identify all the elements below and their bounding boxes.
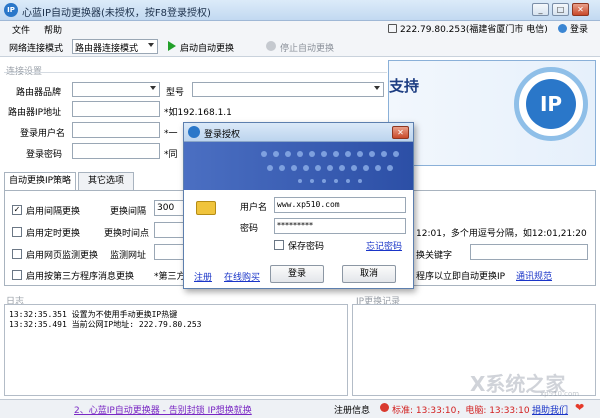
start-auto-button[interactable]: 启动自动更换 [180, 41, 234, 54]
chevron-down-icon [150, 86, 156, 90]
play-icon [168, 41, 176, 51]
forgot-password-link[interactable]: 忘记密码 [366, 239, 402, 252]
model-label: 型号 [166, 88, 185, 98]
timed-checkbox[interactable] [12, 227, 22, 237]
dialog-title-bar: 登录授权 ✕ [184, 123, 413, 142]
stop-auto-button[interactable]: 停止自动更换 [280, 41, 334, 54]
web-keyword-input[interactable] [470, 244, 588, 260]
connection-group-label: 连接设置 [6, 67, 43, 77]
chevron-down-icon [148, 43, 154, 47]
stop-icon [266, 41, 276, 51]
log-box[interactable]: 13:32:35.351 设置为不使用手动更换IP热键 13:32:35.491… [4, 304, 348, 396]
login-dialog: 登录授权 ✕ 用户名 www.xp510.com 密码 ********* 保存… [183, 122, 414, 289]
dot-pattern-graphic [261, 151, 399, 183]
timepoint-input[interactable] [154, 222, 184, 238]
log-line: 13:32:35.491 当前公网IP地址: 222.79.80.253 [9, 320, 202, 329]
ad-link[interactable]: 2、心蓝IP自动更换器 - 告别封锁 IP想换就换 [74, 403, 252, 416]
tab-strategy[interactable]: 自动更换IP策略 [4, 172, 76, 190]
title-bar: IP 心蓝IP自动更换器(未授权，按F8登录授权) _ □ ✕ [0, 0, 600, 21]
third-party-hint-prefix: *第三方 [154, 272, 186, 282]
save-password-checkbox[interactable] [274, 240, 284, 250]
banner-ip-logo-icon: IP [514, 67, 588, 141]
model-select[interactable] [192, 82, 384, 97]
status-bar: 2、心蓝IP自动更换器 - 告别封锁 IP想换就换 注册信息 标准: 13:33… [0, 399, 600, 418]
third-party-checkbox[interactable] [12, 270, 22, 280]
interval-input[interactable]: 300 [154, 200, 184, 216]
window-title: 心蓝IP自动更换器(未授权，按F8登录授权) [22, 8, 211, 19]
timed-label: 启用定时更换 [26, 229, 81, 239]
router-ip-hint: *如192.168.1.1 [164, 108, 232, 118]
minimize-button[interactable]: _ [532, 3, 549, 16]
dialog-logo-icon [188, 126, 200, 138]
interval-field-label: 更换间隔 [110, 207, 147, 217]
dialog-password-label: 密码 [240, 224, 259, 234]
dialog-close-button[interactable]: ✕ [392, 126, 409, 139]
protocol-link[interactable]: 通讯规范 [516, 269, 552, 282]
watermark-sub: xp510.com [540, 390, 580, 398]
third-party-label: 启用按第三方程序消息更换 [26, 272, 135, 282]
ip-info: 222.79.80.253(福建省厦门市 电信) [400, 25, 548, 35]
toolbar: 网络连接模式 路由器连接模式 启动自动更换 停止自动更换 [0, 37, 600, 57]
timepoint-label: 更换时间点 [104, 229, 150, 239]
register-info-link[interactable]: 注册信息 [334, 403, 370, 416]
heart-icon: ❤ [575, 401, 585, 414]
save-password-label: 保存密码 [288, 242, 325, 252]
web-monitor-checkbox[interactable] [12, 249, 22, 259]
tab-other[interactable]: 其它选项 [78, 172, 134, 190]
menu-file[interactable]: 文件 [12, 23, 30, 36]
web-url-input[interactable] [154, 244, 184, 260]
web-url-label: 监测网址 [110, 251, 147, 261]
interval-checkbox[interactable]: ✓ [12, 205, 22, 215]
login-link[interactable]: 登录 [570, 22, 588, 35]
chevron-down-icon [374, 86, 380, 90]
maximize-button[interactable]: □ [552, 3, 569, 16]
ad-banner: 支持 IP [388, 60, 596, 166]
router-username-input[interactable] [72, 122, 160, 138]
buy-online-link[interactable]: 在线购买 [224, 270, 260, 283]
dialog-title: 登录授权 [204, 130, 241, 140]
web-keyword-hint: 换关键字 [416, 251, 453, 261]
clock-icon [380, 403, 389, 412]
clock-status: 标准: 13:33:10，电脑: 13:33:10 [392, 406, 530, 416]
interval-label: 启用间隔更换 [26, 207, 81, 217]
dialog-username-label: 用户名 [240, 203, 268, 213]
router-ip-input[interactable] [72, 101, 160, 117]
user-icon [558, 24, 567, 33]
dialog-banner [184, 142, 413, 190]
app-logo-icon: IP [4, 3, 18, 17]
router-ip-label: 路由器IP地址 [8, 108, 62, 118]
register-link[interactable]: 注册 [194, 270, 212, 283]
dialog-password-input[interactable]: ********* [274, 218, 406, 234]
password-hint: *同 [164, 150, 178, 160]
id-card-icon [196, 201, 216, 215]
mode-label: 网络连接模式 [9, 44, 64, 54]
menu-help[interactable]: 帮助 [44, 23, 62, 36]
third-party-hint-suffix: 程序以立即自动更换IP [416, 272, 506, 282]
brand-label: 路由器品牌 [16, 88, 62, 98]
monitor-icon [388, 24, 397, 33]
close-button[interactable]: ✕ [572, 3, 589, 16]
timed-hint: 12:01，多个用逗号分隔，如12:01,21:20 [416, 229, 587, 239]
dialog-username-input[interactable]: www.xp510.com [274, 197, 406, 213]
username-hint: *一 [164, 129, 178, 139]
banner-text: 支持 [389, 77, 420, 95]
username-label: 登录用户名 [20, 129, 66, 139]
login-button[interactable]: 登录 [270, 265, 324, 283]
password-label: 登录密码 [26, 150, 63, 160]
cancel-button[interactable]: 取消 [342, 265, 396, 283]
web-monitor-label: 启用网页监测更换 [26, 251, 99, 261]
brand-select[interactable] [72, 82, 160, 97]
mode-select[interactable]: 路由器连接模式 [72, 39, 158, 54]
donate-link[interactable]: 捐助我们 [532, 403, 568, 416]
router-password-input[interactable] [72, 143, 160, 159]
divider [4, 72, 387, 73]
